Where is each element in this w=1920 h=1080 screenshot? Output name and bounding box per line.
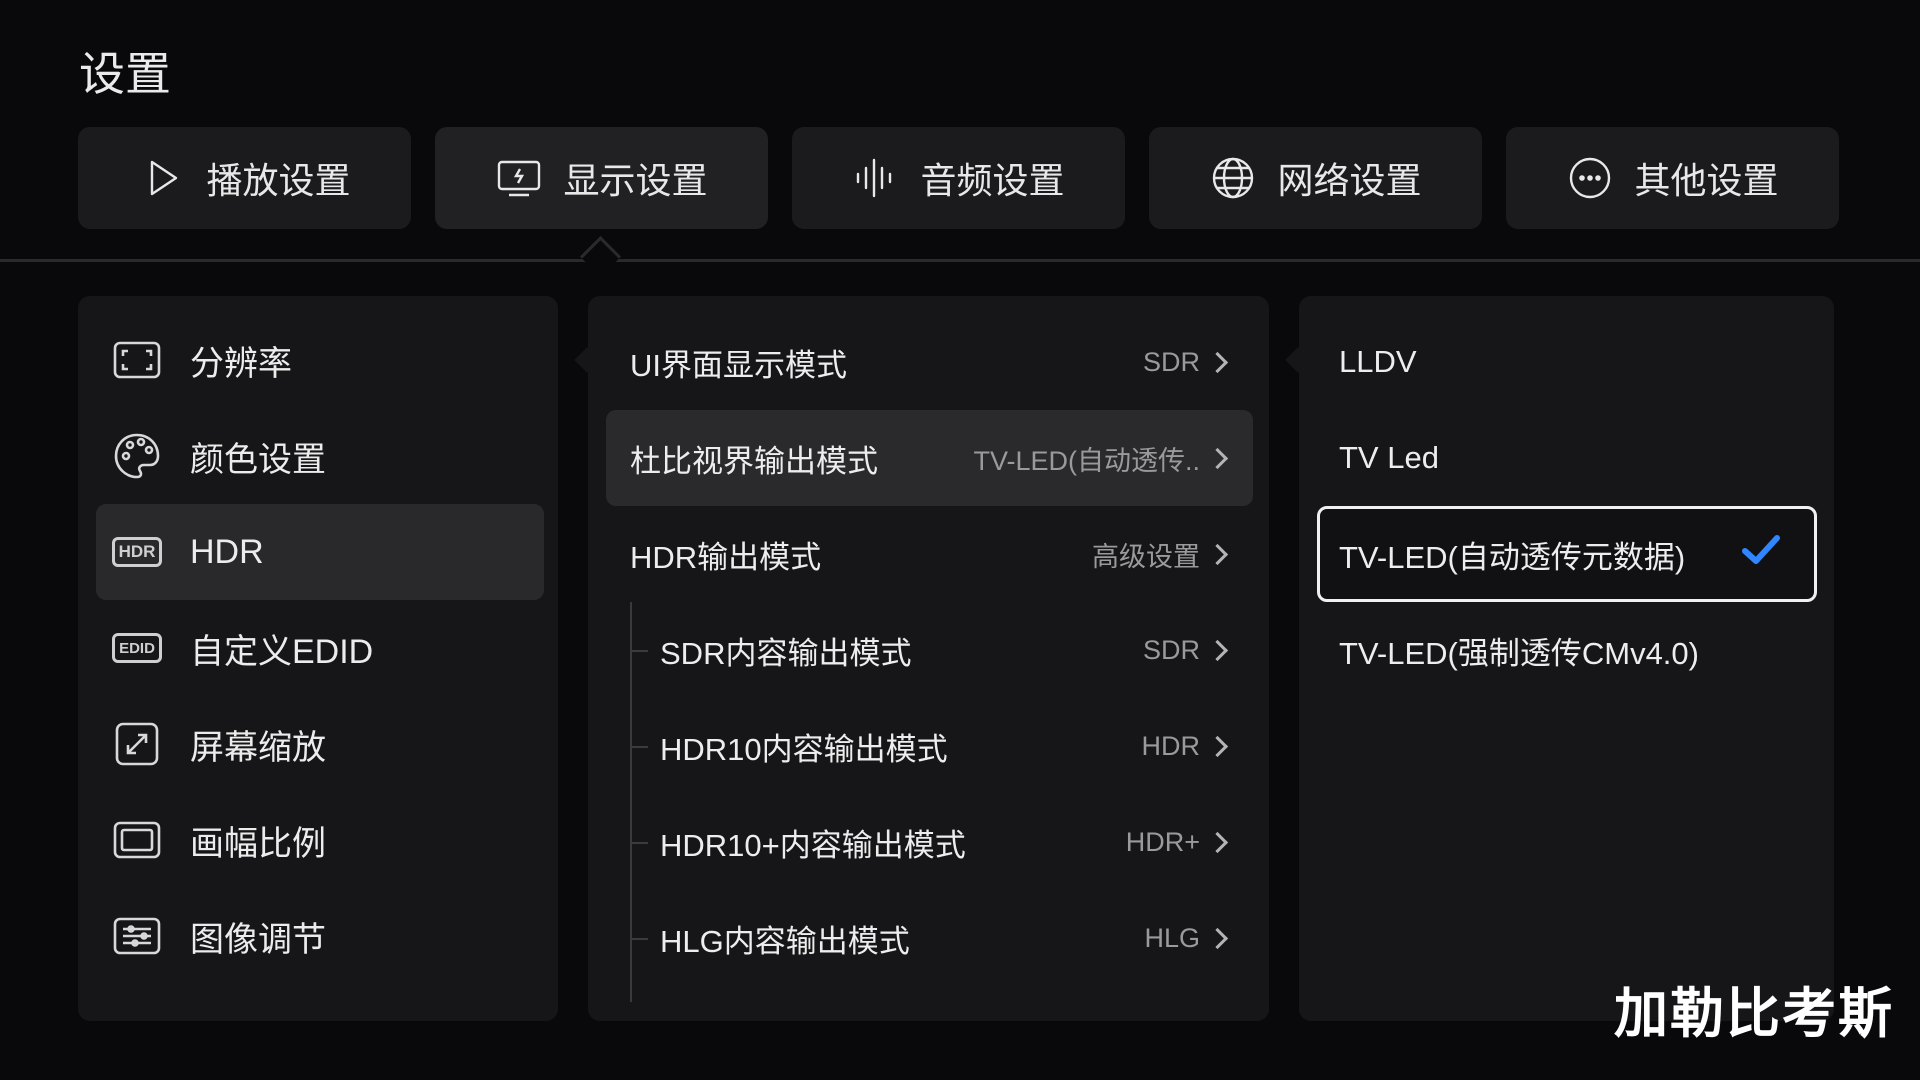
option-value: TV-LED(自动透传.. [973, 445, 1200, 476]
option-label: HDR10内容输出模式 [660, 731, 948, 767]
hdr-category-panel: 分辨率 颜色设置 HDR HDR EDID 自定义EDID 屏幕缩放 画幅比例 … [78, 296, 558, 1021]
choice-label: TV-LED(自动透传元数据) [1339, 539, 1686, 575]
menu-item-label: HDR [190, 532, 264, 571]
more-icon [1570, 157, 1611, 199]
menu-item-resolution[interactable]: 分辨率 [96, 312, 544, 408]
image-adjust-icon [110, 909, 164, 963]
choice-label: TV Led [1339, 440, 1439, 475]
option-value: 高级设置 [1092, 541, 1200, 572]
tab-network[interactable]: 网络设置 [1149, 127, 1482, 229]
menu-item-label: 画幅比例 [190, 824, 326, 863]
option-label: HLG内容输出模式 [660, 923, 910, 959]
checkmark-icon [1740, 532, 1782, 576]
option-value: HLG [1144, 922, 1200, 953]
hdr-icon: HDR [112, 537, 162, 567]
option-value-wrap: SDR [1143, 635, 1231, 666]
option-sdr-content-mode[interactable]: SDR内容输出模式 SDR [606, 602, 1253, 698]
option-dolby-vision-mode[interactable]: 杜比视界输出模式 TV-LED(自动透传.. [606, 410, 1253, 506]
option-hdr10plus-content-mode[interactable]: HDR10+内容输出模式 HDR+ [606, 794, 1253, 890]
menu-item-color[interactable]: 颜色设置 [96, 408, 544, 504]
option-value-wrap: 高级设置 [1092, 535, 1231, 574]
audio-wave-icon [857, 158, 892, 198]
option-hdr-output-mode[interactable]: HDR输出模式 高级设置 [606, 506, 1253, 602]
option-hdr10-content-mode[interactable]: HDR10内容输出模式 HDR [606, 698, 1253, 794]
chevron-right-icon [1206, 927, 1229, 949]
tab-audio[interactable]: 音频设置 [792, 127, 1125, 229]
tab-label: 音频设置 [920, 160, 1065, 201]
display-icon [498, 160, 541, 197]
choice-tv-led-auto[interactable]: TV-LED(自动透传元数据) [1317, 506, 1817, 602]
page-title: 设置 [79, 48, 171, 100]
choice-tv-led[interactable]: TV Led [1317, 410, 1817, 506]
settings-tabs: 播放设置 显示设置 音频设置 网络设置 其他设置 [78, 127, 1839, 229]
edid-icon: EDID [112, 633, 162, 663]
dolby-vision-options-panel: LLDV TV Led TV-LED(自动透传元数据) TV-LED(强制透传C… [1299, 296, 1834, 1021]
option-value-wrap: HDR [1142, 731, 1232, 762]
menu-item-aspect[interactable]: 画幅比例 [96, 792, 544, 888]
choice-label: TV-LED(强制透传CMv4.0) [1339, 635, 1699, 671]
menu-item-label: 图像调节 [190, 920, 326, 959]
edid-icon-wrap: EDID [110, 621, 164, 675]
chevron-right-icon [1206, 831, 1229, 853]
zoom-icon [110, 717, 164, 771]
option-value-wrap: HDR+ [1126, 827, 1231, 858]
menu-item-label: 分辨率 [190, 344, 292, 383]
watermark: 加勒比考斯 [1614, 982, 1894, 1045]
option-value: SDR [1142, 634, 1200, 665]
chevron-right-icon [1206, 447, 1229, 469]
resolution-icon [110, 333, 164, 387]
chevron-right-icon [1206, 639, 1229, 661]
tab-display[interactable]: 显示设置 [435, 127, 768, 229]
tab-other[interactable]: 其他设置 [1506, 127, 1839, 229]
chevron-right-icon [1206, 543, 1229, 565]
tab-label: 播放设置 [206, 160, 351, 201]
menu-item-edid[interactable]: EDID 自定义EDID [96, 600, 544, 696]
chevron-right-icon [1206, 735, 1229, 757]
palette-icon [110, 429, 164, 483]
option-value-wrap: HLG [1144, 923, 1231, 954]
aspect-ratio-icon [110, 813, 164, 867]
menu-item-hdr[interactable]: HDR HDR [96, 504, 544, 600]
hdr-options-panel: UI界面显示模式 SDR 杜比视界输出模式 TV-LED(自动透传.. HDR输… [588, 296, 1269, 1021]
tab-playback[interactable]: 播放设置 [78, 127, 411, 229]
option-hlg-content-mode[interactable]: HLG内容输出模式 HLG [606, 890, 1253, 986]
tabs-divider [0, 259, 1920, 262]
menu-item-label: 自定义EDID [190, 632, 374, 671]
choice-tv-led-forced[interactable]: TV-LED(强制透传CMv4.0) [1317, 602, 1817, 698]
option-ui-display-mode[interactable]: UI界面显示模式 SDR [606, 314, 1253, 410]
option-value: HDR+ [1125, 826, 1200, 857]
option-value-wrap: TV-LED(自动透传.. [973, 439, 1231, 478]
option-label: HDR输出模式 [630, 539, 822, 575]
chevron-right-icon [1206, 351, 1229, 373]
menu-item-label: 颜色设置 [190, 440, 326, 479]
menu-item-zoom[interactable]: 屏幕缩放 [96, 696, 544, 792]
option-label: SDR内容输出模式 [660, 635, 912, 671]
globe-icon [1213, 157, 1254, 199]
active-tab-caret [579, 235, 622, 278]
menu-item-label: 屏幕缩放 [190, 728, 326, 767]
option-label: HDR10+内容输出模式 [660, 827, 966, 863]
tab-label: 显示设置 [563, 160, 708, 201]
tab-label: 网络设置 [1277, 160, 1422, 201]
option-label: 杜比视界输出模式 [630, 443, 878, 479]
tab-label: 其他设置 [1634, 160, 1779, 201]
hdr-icon-wrap: HDR [110, 525, 164, 579]
option-value-wrap: SDR [1143, 347, 1231, 378]
choice-lldv[interactable]: LLDV [1317, 314, 1817, 410]
menu-item-image-adjust[interactable]: 图像调节 [96, 888, 544, 984]
option-label: UI界面显示模式 [630, 347, 847, 383]
choice-label: LLDV [1339, 344, 1417, 379]
option-value: SDR [1142, 346, 1200, 377]
play-icon [151, 160, 178, 196]
option-value: HDR [1141, 730, 1201, 761]
